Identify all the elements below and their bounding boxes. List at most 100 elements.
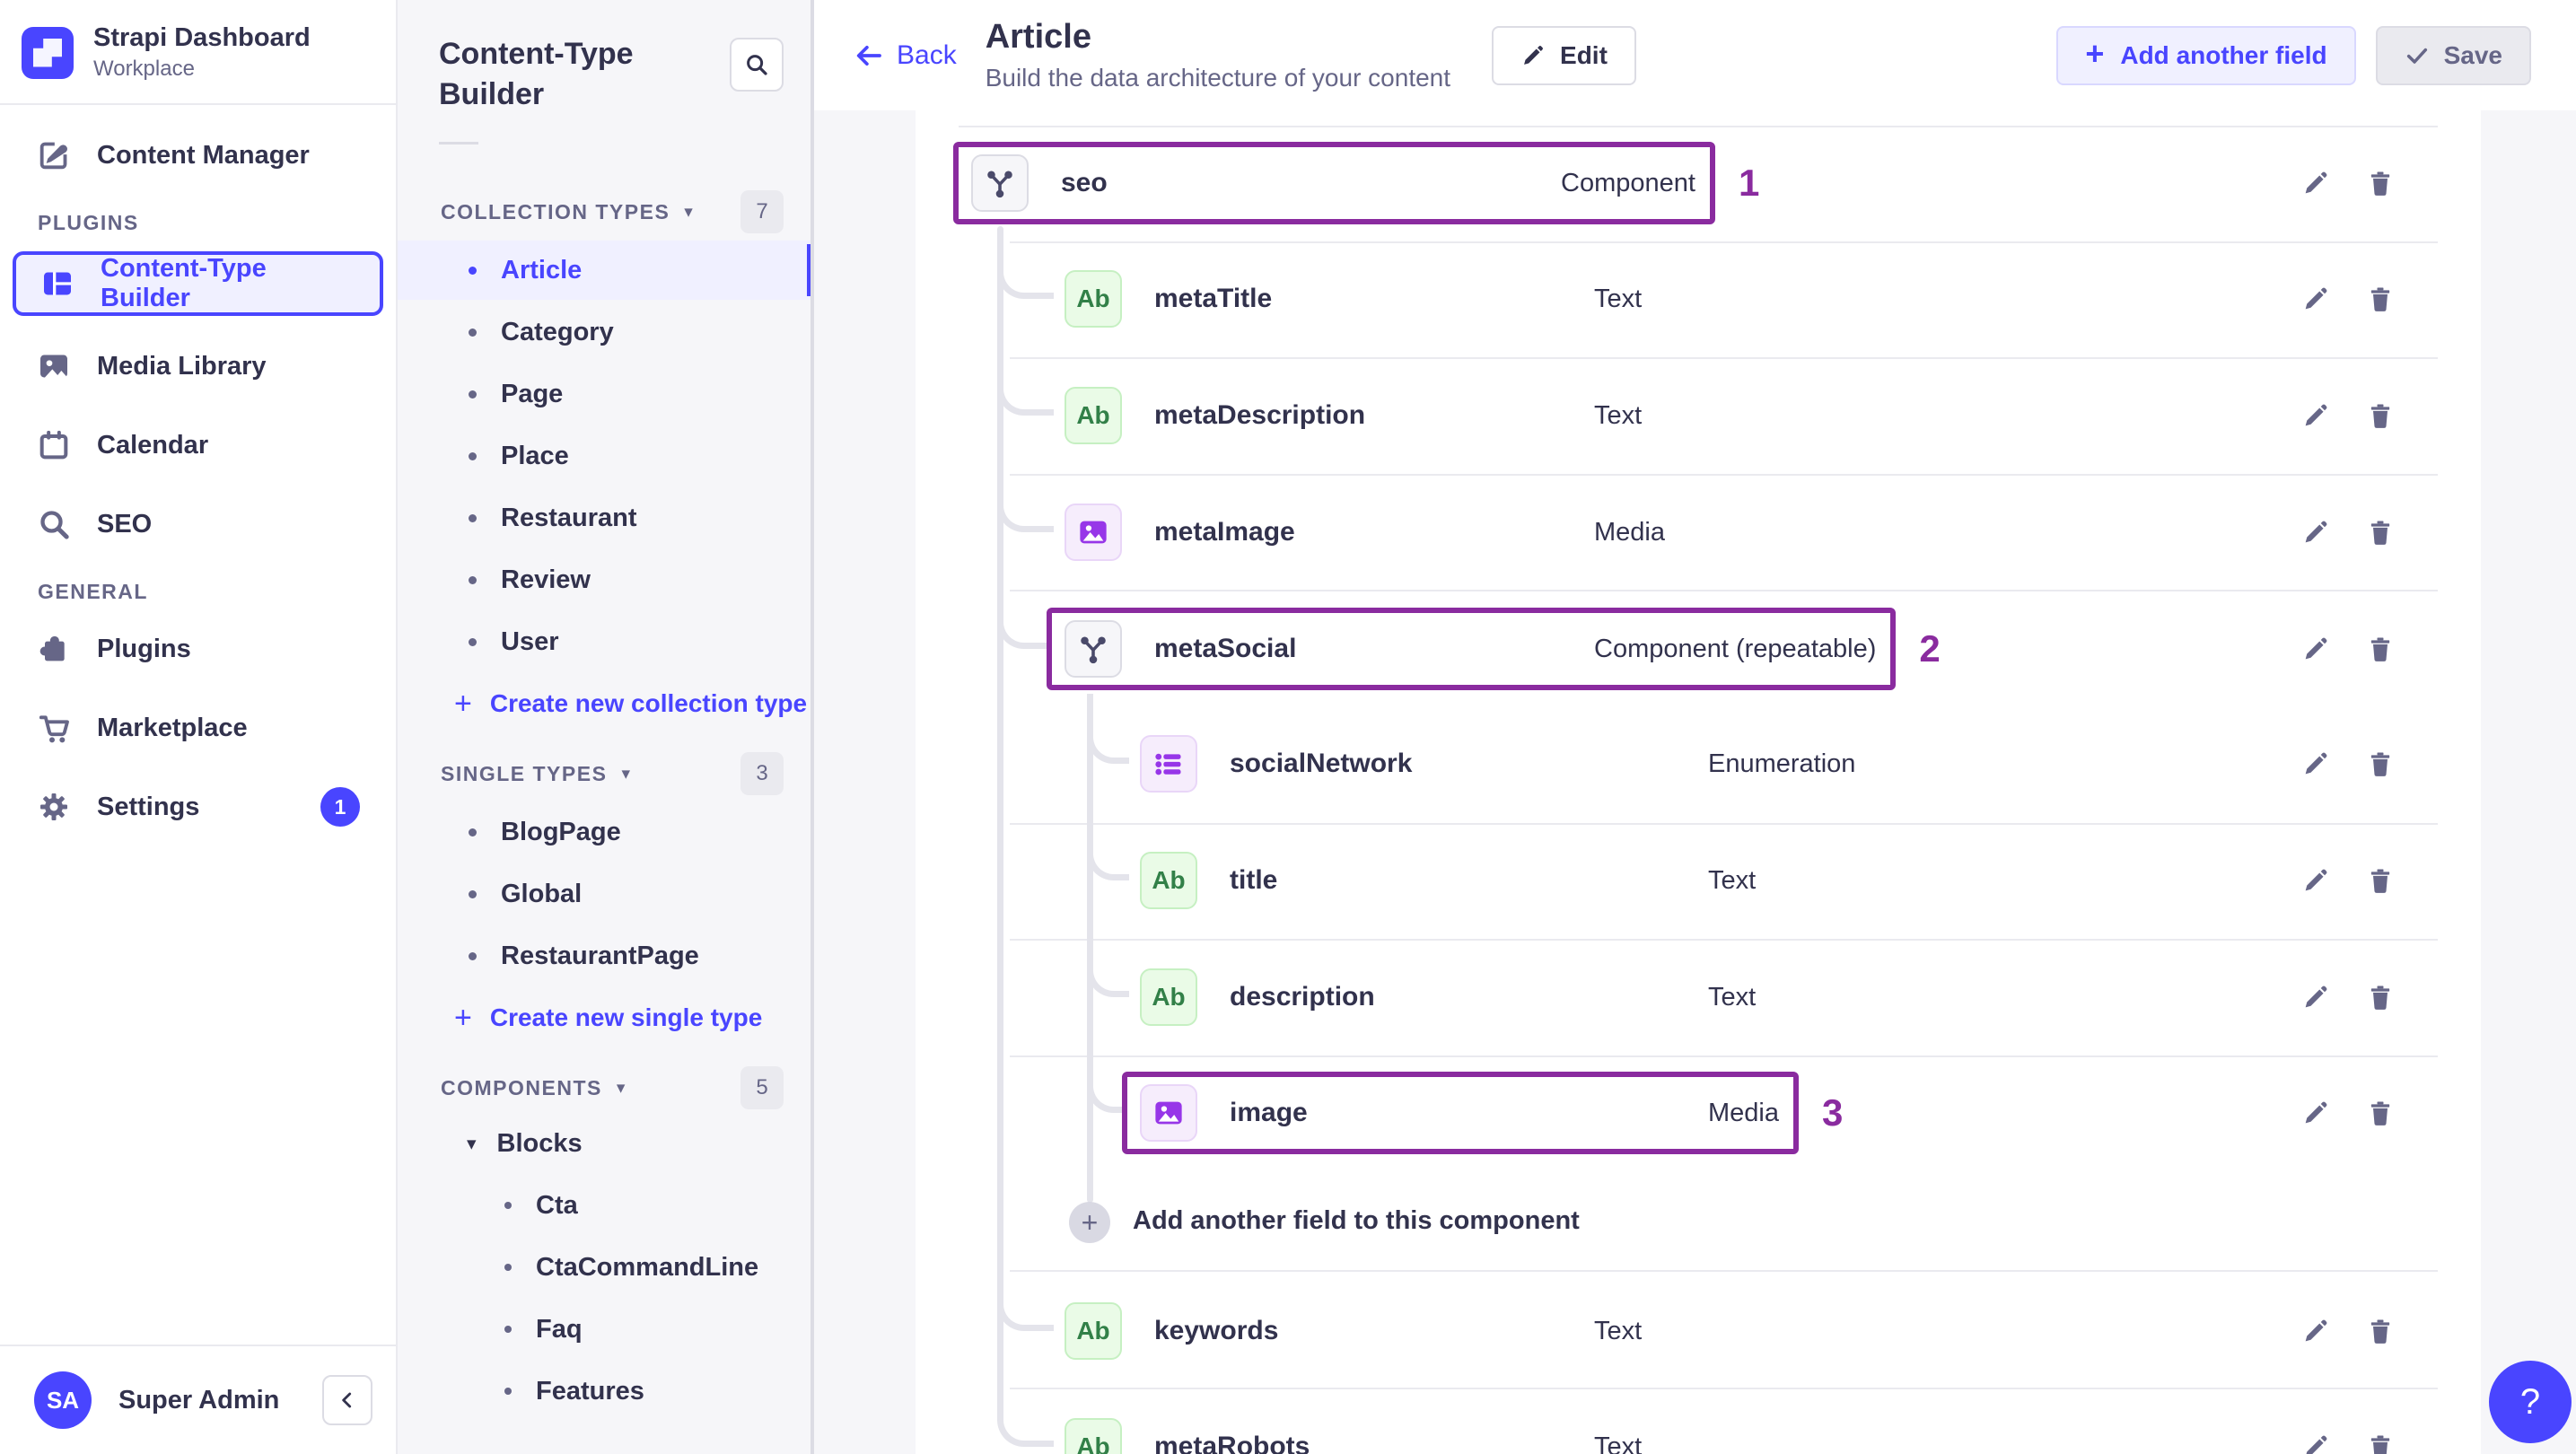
sidebar-item-marketplace[interactable]: Marketplace	[13, 699, 383, 757]
field-row-metatitle[interactable]: Ab metaTitle Text	[1065, 258, 1642, 340]
delete-field-button[interactable]	[2362, 281, 2398, 317]
add-field-to-component-button[interactable]: +	[1069, 1202, 1110, 1243]
field-name: seo	[1061, 168, 1108, 197]
sidebar-item-media-library[interactable]: Media Library	[13, 337, 383, 395]
content-type-label: BlogPage	[501, 817, 621, 846]
row-separator	[1010, 241, 2438, 243]
edit-field-button[interactable]	[2298, 1313, 2334, 1349]
field-name: description	[1230, 982, 1375, 1012]
component-item-ctacommandline[interactable]: CtaCommandLine	[398, 1238, 814, 1297]
content-type-item-restaurantpage[interactable]: RestaurantPage	[398, 926, 814, 985]
edit-field-button[interactable]	[2298, 165, 2334, 201]
field-row-title[interactable]: Ab title Text	[1140, 839, 1756, 922]
panel-section-header-single-types[interactable]: SINGLE TYPES ▾ 3	[398, 748, 814, 800]
delete-field-button[interactable]	[2362, 979, 2398, 1015]
content-type-item-place[interactable]: Place	[398, 426, 814, 486]
sidebar-item-settings[interactable]: Settings 1	[13, 778, 383, 836]
sidebar-item-calendar[interactable]: Calendar	[13, 416, 383, 474]
row-separator	[1010, 590, 2438, 591]
edit-field-button[interactable]	[2298, 746, 2334, 782]
edit-field-button[interactable]	[2298, 1095, 2334, 1131]
media-icon	[1065, 504, 1122, 561]
sidebar-item-label: Content Manager	[97, 140, 310, 170]
field-row-socialnetwork[interactable]: socialNetwork Enumeration	[1140, 723, 1855, 805]
content-type-item-user[interactable]: User	[398, 612, 814, 671]
layout-icon	[39, 266, 75, 302]
component-item-cta[interactable]: Cta	[398, 1176, 814, 1235]
field-row-keywords[interactable]: Ab keywords Text	[1065, 1290, 1642, 1372]
edit-field-button[interactable]	[2298, 631, 2334, 667]
panel-section-header-collection-types[interactable]: COLLECTION TYPES ▾ 7	[398, 186, 814, 238]
tree-branch	[1087, 694, 1129, 764]
edit-field-button[interactable]	[2298, 281, 2334, 317]
panel-title: Content-Type Builder	[439, 37, 634, 111]
tree-branch	[997, 1377, 1054, 1447]
back-label: Back	[897, 39, 957, 70]
panel-section-label: COMPONENTS	[441, 1075, 602, 1099]
content-type-item-category[interactable]: Category	[398, 302, 814, 362]
content-type-item-article[interactable]: Article	[398, 241, 814, 300]
component-group-blocks[interactable]: ▾ Blocks	[398, 1114, 814, 1173]
field-type: Text	[1594, 284, 1643, 313]
delete-field-button[interactable]	[2362, 1095, 2398, 1131]
edit-field-button[interactable]	[2298, 863, 2334, 898]
content-type-item-page[interactable]: Page	[398, 364, 814, 424]
create-new-link-create-new-single-type[interactable]: + Create new single type	[398, 988, 814, 1047]
component-icon	[1065, 620, 1122, 678]
search-button[interactable]	[730, 38, 784, 92]
delete-field-button[interactable]	[2362, 398, 2398, 434]
delete-field-button[interactable]	[2362, 1313, 2398, 1349]
field-type: Component (repeatable)	[1594, 634, 1877, 663]
content-type-item-restaurant[interactable]: Restaurant	[398, 488, 814, 547]
collapse-sidebar-button[interactable]	[322, 1375, 372, 1425]
text-icon: Ab	[1065, 1418, 1122, 1454]
edit-field-button[interactable]	[2298, 979, 2334, 1015]
content-type-item-global[interactable]: Global	[398, 864, 814, 924]
field-row-description[interactable]: Ab description Text	[1140, 956, 1756, 1038]
add-field-to-component-label[interactable]: Add another field to this component	[1133, 1206, 1580, 1236]
sidebar-item-plugins[interactable]: Plugins	[13, 620, 383, 678]
check-icon	[2406, 48, 2427, 64]
panel-sections: COLLECTION TYPES ▾ 7 Article Category Page Pla…	[398, 145, 814, 1421]
delete-field-button[interactable]	[2362, 863, 2398, 898]
component-item-faq[interactable]: Faq	[398, 1300, 814, 1359]
help-button[interactable]: ?	[2489, 1361, 2572, 1443]
edit-button[interactable]: Edit	[1492, 25, 1636, 85]
edit-field-button[interactable]	[2298, 514, 2334, 550]
field-name: metaRobots	[1154, 1432, 1310, 1454]
delete-field-button[interactable]	[2362, 631, 2398, 667]
delete-field-button[interactable]	[2362, 746, 2398, 782]
row-separator	[1010, 939, 2438, 941]
field-row-metasocial[interactable]: metaSocial Component (repeatable) 2	[1047, 608, 1941, 690]
delete-field-button[interactable]	[2362, 1429, 2398, 1454]
component-item-label: Faq	[536, 1314, 583, 1344]
content-type-label: Review	[501, 565, 591, 594]
sidebar-item-seo[interactable]: SEO	[13, 495, 383, 553]
field-row-metadescription[interactable]: Ab metaDescription Text	[1065, 374, 1642, 457]
content-type-item-review[interactable]: Review	[398, 550, 814, 609]
save-button[interactable]: Save	[2375, 25, 2531, 85]
component-item-features[interactable]: Features	[398, 1362, 814, 1421]
field-row-image[interactable]: image Media 3	[1122, 1072, 1843, 1154]
panel-section-header-components[interactable]: COMPONENTS ▾ 5	[398, 1062, 814, 1114]
avatar[interactable]: SA	[34, 1371, 92, 1429]
tree-branch	[1087, 927, 1129, 997]
field-row-metaimage[interactable]: metaImage Media	[1065, 491, 1665, 574]
edit-field-button[interactable]	[2298, 1429, 2334, 1454]
sidebar-item-content-manager[interactable]: Content Manager	[13, 127, 383, 184]
workspace-brand[interactable]: Strapi Dashboard Workplace	[0, 0, 396, 103]
sidebar-item-content-type-builder[interactable]: Content-Type Builder	[13, 251, 383, 316]
field-name: keywords	[1154, 1316, 1279, 1345]
field-row-seo[interactable]: seo Component 1	[953, 142, 1759, 224]
delete-field-button[interactable]	[2362, 165, 2398, 201]
cart-icon	[36, 710, 72, 746]
main-nav: Content Manager PLUGINS Content-Type Build…	[0, 105, 396, 1345]
delete-field-button[interactable]	[2362, 514, 2398, 550]
add-another-field-button[interactable]: + Add another field	[2056, 25, 2356, 85]
content-type-item-blogpage[interactable]: BlogPage	[398, 802, 814, 862]
back-link[interactable]: Back	[854, 40, 957, 71]
field-row-metarobots[interactable]: Ab metaRobots Text	[1065, 1406, 1642, 1454]
edit-field-button[interactable]	[2298, 398, 2334, 434]
content-type-label: User	[501, 626, 559, 656]
create-new-link-create-new-collection-type[interactable]: + Create new collection type	[398, 674, 814, 733]
